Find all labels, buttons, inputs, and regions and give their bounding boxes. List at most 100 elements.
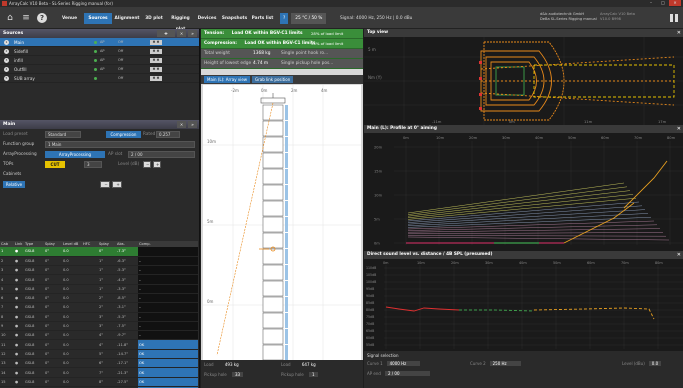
link-icon[interactable]: ● bbox=[14, 302, 24, 313]
table-row[interactable]: 1 ● GSL8 0° 0.0 0° -7.3° bbox=[0, 247, 198, 257]
cab-splay[interactable]: 0° bbox=[44, 321, 62, 332]
close-icon[interactable]: ✕ bbox=[677, 251, 681, 259]
tab-devices[interactable]: Devices bbox=[195, 13, 219, 24]
table-row[interactable]: 14 ● GSL8 0° 0.0 7° -21.3° OK bbox=[0, 367, 198, 378]
cab-hfc[interactable] bbox=[82, 274, 98, 285]
cab-splay[interactable]: 0° bbox=[44, 265, 62, 276]
cab-hfc[interactable] bbox=[82, 339, 98, 350]
link-icon[interactable]: ● bbox=[14, 377, 24, 387]
cab-splay[interactable]: 0° bbox=[44, 339, 62, 350]
cab-hfc[interactable] bbox=[82, 330, 98, 341]
maximize-button[interactable]: □ bbox=[657, 0, 669, 6]
link-icon[interactable]: ● bbox=[14, 321, 24, 332]
table-row[interactable]: 8 ● GSL8 0° 0.0 3° -5.3° – bbox=[0, 312, 198, 322]
minus-icon[interactable]: − bbox=[143, 160, 151, 168]
arrayprocessing-button[interactable]: ArrayProcessing bbox=[45, 150, 105, 158]
topview-plot[interactable]: 5 m Nm (Y) -11m 0m 11m 17m bbox=[364, 37, 683, 125]
source-ap[interactable]: AP bbox=[100, 38, 105, 47]
link-icon[interactable]: ● bbox=[14, 349, 24, 360]
source-group[interactable]: Off bbox=[118, 47, 123, 56]
cab-splay[interactable]: 0° bbox=[44, 358, 62, 369]
cab-type[interactable]: GSL8 bbox=[24, 265, 44, 276]
cab-level[interactable]: 0.0 bbox=[62, 349, 82, 360]
source-ap[interactable]: AP bbox=[100, 47, 105, 56]
source-ap[interactable]: AP bbox=[100, 65, 105, 74]
cab-splay-angle[interactable]: 5° bbox=[98, 349, 116, 360]
cab-type[interactable]: GSL8 bbox=[24, 247, 44, 257]
link-icon[interactable]: ● bbox=[14, 256, 24, 267]
collapse-icon[interactable]: » bbox=[188, 30, 197, 37]
cab-level[interactable]: 0.0 bbox=[62, 358, 82, 369]
tab-3d-plot[interactable]: 3D plot bbox=[142, 13, 166, 24]
array-view-canvas[interactable]: -2m 0m 2m 4m 10m 5m 0m Center of gravity… bbox=[203, 85, 361, 375]
source-row[interactable]: 4 Outfill AP Off ✖ ✖ bbox=[0, 65, 199, 74]
table-row[interactable]: 12 ● GSL8 0° 0.0 5° -14.7° OK bbox=[0, 349, 198, 360]
cab-splay[interactable]: 0° bbox=[44, 349, 62, 360]
cab-level[interactable]: 0.0 bbox=[62, 377, 82, 387]
cab-level[interactable]: 0.0 bbox=[62, 339, 82, 350]
temperature-value[interactable]: 25 °C / 50 % bbox=[291, 13, 327, 24]
cab-splay[interactable]: 0° bbox=[44, 274, 62, 285]
temperature-help-button[interactable]: ? bbox=[280, 13, 289, 24]
cab-type[interactable]: GSL8 bbox=[24, 349, 44, 360]
cab-level[interactable]: 0.0 bbox=[62, 247, 82, 257]
plus-icon[interactable]: + bbox=[153, 160, 161, 168]
cab-splay-angle[interactable]: 2° bbox=[98, 293, 116, 304]
tab-parts-list[interactable]: Parts list bbox=[250, 13, 275, 24]
level-value-signal[interactable]: 0.0 bbox=[648, 361, 662, 366]
cab-hfc[interactable] bbox=[82, 284, 98, 295]
cab-splay-angle[interactable]: 6° bbox=[98, 358, 116, 369]
ap-slot-select[interactable]: 2 / 00 bbox=[128, 150, 195, 158]
function-group-select[interactable]: 1 Main bbox=[45, 140, 195, 148]
link-icon[interactable]: ✖ ✖ bbox=[150, 76, 162, 81]
rated-input[interactable]: 0.257 bbox=[156, 130, 180, 138]
tab-snapshots[interactable]: Snapshots bbox=[219, 13, 250, 24]
close-icon[interactable]: ✕ bbox=[177, 121, 186, 128]
minimize-button[interactable]: – bbox=[645, 0, 657, 6]
table-row[interactable]: 4 ● GSL8 0° 0.0 1° -4.3° – bbox=[0, 274, 198, 285]
cab-splay[interactable]: 0° bbox=[44, 330, 62, 341]
source-ap[interactable]: AP bbox=[100, 56, 105, 65]
cab-hfc[interactable] bbox=[82, 358, 98, 369]
cut-button[interactable]: CUT bbox=[45, 160, 65, 168]
link-icon[interactable]: ✖ ✖ bbox=[150, 40, 162, 45]
cab-type[interactable]: GSL8 bbox=[24, 377, 44, 387]
cab-level[interactable]: 0.0 bbox=[62, 265, 82, 276]
cab-splay-angle[interactable]: 1° bbox=[98, 274, 116, 285]
cab-splay-angle[interactable]: 4° bbox=[98, 330, 116, 341]
cab-level[interactable]: 0.0 bbox=[62, 312, 82, 322]
cab-splay-angle[interactable]: 8° bbox=[98, 377, 116, 387]
cab-type[interactable]: GSL8 bbox=[24, 284, 44, 295]
cab-type[interactable]: GSL8 bbox=[24, 274, 44, 285]
tab-grab-link[interactable]: Grab link position bbox=[252, 76, 294, 83]
cab-splay[interactable]: 0° bbox=[44, 302, 62, 313]
home-icon[interactable]: ⌂ bbox=[4, 12, 16, 24]
cab-type[interactable]: GSL8 bbox=[24, 293, 44, 304]
menu-icon[interactable]: ≡ bbox=[20, 12, 32, 24]
help-icon[interactable]: ? bbox=[37, 13, 47, 23]
table-row[interactable]: 7 ● GSL8 0° 0.0 2° -3.1° – bbox=[0, 302, 198, 313]
link-icon[interactable]: ● bbox=[14, 312, 24, 322]
table-row[interactable]: 2 ● GSL8 0° 0.0 1° -6.3° – bbox=[0, 256, 198, 267]
ap-end-select[interactable]: 2 / 00 bbox=[384, 371, 430, 376]
tab-array-view[interactable]: Main (L): Array view bbox=[204, 76, 251, 83]
link-icon[interactable]: ● bbox=[14, 367, 24, 378]
source-row[interactable]: 2 Sidefill AP Off ✖ ✖ bbox=[0, 47, 199, 56]
add-source-icon[interactable]: ✚ bbox=[157, 30, 175, 37]
source-row[interactable]: 5 SUB array Off ✖ ✖ bbox=[0, 74, 199, 83]
source-row[interactable]: 1 Main AP Off ✖ ✖ bbox=[0, 38, 199, 47]
cab-type[interactable]: GSL8 bbox=[24, 312, 44, 322]
curve2-select[interactable]: 250 Hz bbox=[489, 361, 521, 366]
cab-splay-angle[interactable]: 3° bbox=[98, 312, 116, 322]
cab-hfc[interactable] bbox=[82, 377, 98, 387]
link-icon[interactable]: ● bbox=[14, 330, 24, 341]
table-row[interactable]: 15 ● GSL8 0° 0.0 8° -27.5° OK bbox=[0, 377, 198, 387]
curve1-select[interactable]: 4000 Hz bbox=[386, 361, 421, 366]
cab-level[interactable]: 0.0 bbox=[62, 274, 82, 285]
cab-hfc[interactable] bbox=[82, 265, 98, 276]
cab-level[interactable]: 0.0 bbox=[62, 302, 82, 313]
tab-rigging-plot[interactable]: Rigging plot bbox=[166, 13, 195, 32]
table-row[interactable]: 3 ● GSL8 0° 0.0 1° -5.3° – bbox=[0, 265, 198, 276]
link-icon[interactable]: ● bbox=[14, 247, 24, 257]
cab-hfc[interactable] bbox=[82, 247, 98, 257]
